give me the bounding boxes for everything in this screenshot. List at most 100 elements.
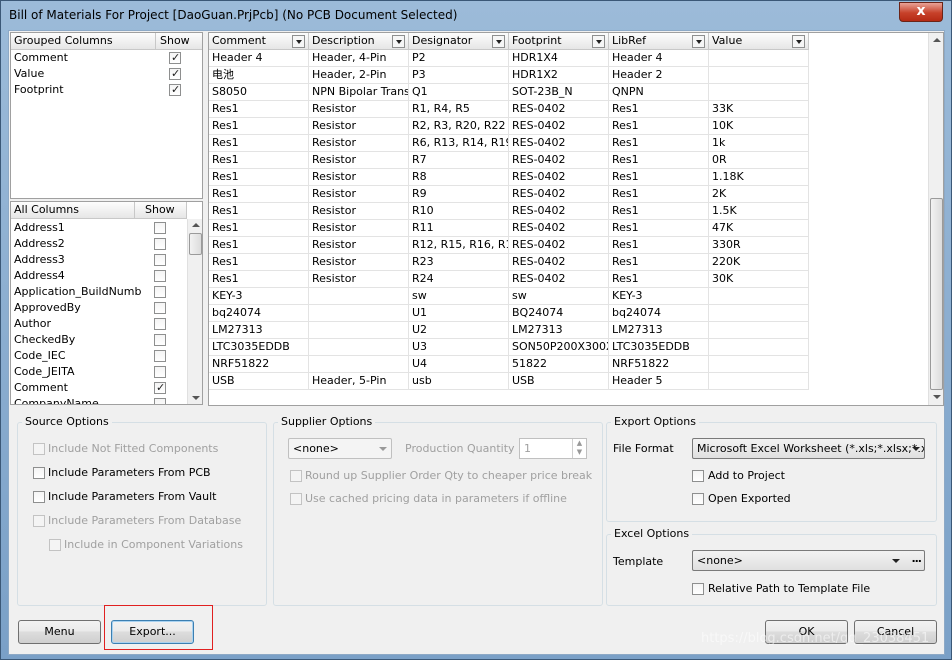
ellipsis-browse-icon[interactable]: ...: [911, 551, 922, 568]
column-filter-dropdown-icon[interactable]: [592, 35, 605, 48]
table-row[interactable]: LM27313 U2 LM27313 LM27313: [209, 322, 809, 339]
scrollbar-thumb[interactable]: [189, 233, 202, 255]
table-row[interactable]: Res1 Resistor R7 RES-0402 Res1 0R: [209, 152, 809, 169]
table-row[interactable]: Res1 Resistor R2, R3, R20, R22 RES-0402 Res1…: [209, 118, 809, 135]
table-row[interactable]: NRF51822 U4 51822 NRF51822: [209, 356, 809, 373]
list-item[interactable]: Comment: [11, 50, 201, 66]
add-to-project-checkbox[interactable]: [692, 470, 704, 482]
source-option-checkbox: [33, 515, 45, 527]
table-cell: U3: [409, 339, 509, 356]
table-row[interactable]: 电池 Header, 2-Pin P3 HDR1X2 Header 2: [209, 67, 809, 84]
scroll-up-arrow-icon[interactable]: [192, 223, 200, 227]
table-cell: sw: [409, 288, 509, 305]
show-checkbox[interactable]: [154, 238, 166, 250]
show-checkbox[interactable]: [154, 318, 166, 330]
show-checkbox[interactable]: [154, 270, 166, 282]
show-checkbox[interactable]: [154, 398, 166, 404]
scrollbar-thumb[interactable]: [930, 198, 943, 390]
table-row[interactable]: LTC3035EDDBU3SON50P200X300X7LTC3035EDDB: [209, 339, 809, 356]
grouped-columns-header-name[interactable]: Grouped Columns: [11, 33, 156, 50]
scroll-up-arrow-icon[interactable]: [933, 38, 941, 42]
show-checkbox[interactable]: [154, 222, 166, 234]
table-row[interactable]: USB Header, 5-Pin usb USB Header 5: [209, 373, 809, 390]
column-filter-dropdown-icon[interactable]: [792, 35, 805, 48]
add-to-project-label[interactable]: Add to Project: [708, 469, 785, 482]
relative-path-checkbox[interactable]: [692, 583, 704, 595]
scroll-down-arrow-icon[interactable]: [933, 395, 941, 399]
all-columns-header-show[interactable]: Show: [135, 202, 187, 219]
relative-path-label[interactable]: Relative Path to Template File: [708, 582, 870, 595]
table-row[interactable]: bq24074 U1 BQ24074 bq24074: [209, 305, 809, 322]
list-item[interactable]: Value: [11, 66, 201, 82]
column-filter-dropdown-icon[interactable]: [292, 35, 305, 48]
show-checkbox[interactable]: [154, 302, 166, 314]
list-item[interactable]: Application_BuildNumb: [11, 284, 186, 300]
table-row[interactable]: Res1 Resistor R24 RES-0402 Res1 30K: [209, 271, 809, 288]
source-option-label[interactable]: Include Parameters From PCB: [48, 466, 211, 479]
table-row[interactable]: Res1ResistorR12, R15, R16, R17,RES-0402R…: [209, 237, 809, 254]
table-cell: [309, 356, 409, 373]
column-header[interactable]: Value: [709, 33, 809, 50]
column-header[interactable]: LibRef: [609, 33, 709, 50]
grouped-columns-header-show[interactable]: Show: [156, 33, 202, 50]
list-item[interactable]: Footprint: [11, 82, 201, 98]
show-checkbox[interactable]: [169, 50, 181, 66]
column-header[interactable]: Description: [309, 33, 409, 50]
column-header[interactable]: Footprint: [509, 33, 609, 50]
table-row[interactable]: Res1 Resistor R1, R4, R5 RES-0402 Res1 33K: [209, 101, 809, 118]
table-row[interactable]: Res1 Resistor R9 RES-0402 Res1 2K: [209, 186, 809, 203]
list-item[interactable]: Address3: [11, 252, 186, 268]
list-item[interactable]: CompanyName: [11, 396, 186, 404]
show-checkbox[interactable]: [154, 334, 166, 346]
list-item[interactable]: Address4: [11, 268, 186, 284]
table-cell: NRF51822: [609, 356, 709, 373]
bom-table-scrollbar[interactable]: [928, 33, 943, 405]
table-row[interactable]: Header 4 Header, 4-Pin P2 HDR1X4 Header 4: [209, 50, 809, 67]
all-columns-header-name[interactable]: All Columns: [11, 202, 135, 219]
menu-button[interactable]: Menu: [18, 620, 101, 644]
table-row[interactable]: Res1 Resistor R11 RES-0402 Res1 47K: [209, 220, 809, 237]
show-checkbox[interactable]: [154, 350, 166, 362]
template-select[interactable]: <none> ...: [692, 550, 925, 571]
file-format-select[interactable]: Microsoft Excel Worksheet (*.xls;*.xlsx;…: [692, 438, 925, 459]
column-filter-dropdown-icon[interactable]: [692, 35, 705, 48]
table-cell: 10K: [709, 118, 809, 135]
show-checkbox[interactable]: [154, 254, 166, 266]
list-item-label: Address4: [14, 269, 65, 282]
list-item[interactable]: Address2: [11, 236, 186, 252]
bom-dialog-window: Bill of Materials For Project [DaoGuan.P…: [0, 0, 952, 660]
show-checkbox[interactable]: [169, 66, 181, 82]
list-item[interactable]: ApprovedBy: [11, 300, 186, 316]
scroll-down-arrow-icon[interactable]: [192, 396, 200, 400]
list-item[interactable]: Code_JEITA: [11, 364, 186, 380]
source-option-checkbox[interactable]: [33, 467, 45, 479]
show-checkbox[interactable]: [169, 82, 181, 98]
list-item[interactable]: Comment: [11, 380, 186, 396]
table-row[interactable]: Res1 Resistor R8 RES-0402 Res1 1.18K: [209, 169, 809, 186]
list-item[interactable]: Code_IEC: [11, 348, 186, 364]
column-filter-dropdown-icon[interactable]: [392, 35, 405, 48]
show-checkbox[interactable]: [154, 380, 166, 396]
table-cell: Header 2: [609, 67, 709, 84]
list-item[interactable]: CheckedBy: [11, 332, 186, 348]
table-row[interactable]: S8050 NPN Bipolar Transi Q1 SOT-23B_N QNPN: [209, 84, 809, 101]
show-checkbox[interactable]: [154, 286, 166, 298]
show-checkbox[interactable]: [154, 366, 166, 378]
table-row[interactable]: KEY-3 sw sw KEY-3: [209, 288, 809, 305]
open-exported-checkbox[interactable]: [692, 493, 704, 505]
table-row[interactable]: Res1 Resistor R23 RES-0402 Res1 220K: [209, 254, 809, 271]
close-button[interactable]: x: [899, 2, 943, 22]
table-cell: R2, R3, R20, R22: [409, 118, 509, 135]
column-header[interactable]: Comment: [209, 33, 309, 50]
source-option-label[interactable]: Include Parameters From Vault: [48, 490, 217, 503]
table-row[interactable]: Res1 Resistor R10 RES-0402 Res1 1.5K: [209, 203, 809, 220]
source-option-checkbox[interactable]: [33, 491, 45, 503]
table-row[interactable]: Res1ResistorR6, R13, R14, R19, IRES-0402…: [209, 135, 809, 152]
all-columns-scrollbar[interactable]: [187, 219, 202, 404]
column-filter-dropdown-icon[interactable]: [492, 35, 505, 48]
list-item[interactable]: Author: [11, 316, 186, 332]
list-item[interactable]: Address1: [11, 220, 186, 236]
table-cell: 1k: [709, 135, 809, 152]
open-exported-label[interactable]: Open Exported: [708, 492, 791, 505]
column-header[interactable]: Designator: [409, 33, 509, 50]
